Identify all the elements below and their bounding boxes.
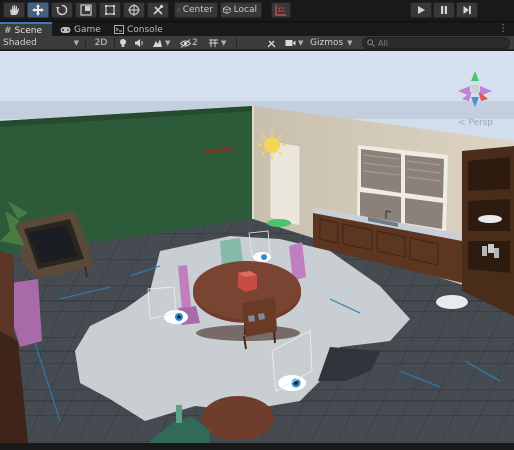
eye-slash-icon: [180, 38, 191, 48]
more-options-icon[interactable]: ⋮: [498, 23, 508, 34]
shelf-compartments: [468, 157, 510, 273]
chevron-down-icon: ▼: [165, 39, 171, 47]
shelf-plate: [478, 215, 502, 223]
projection-label[interactable]: < Persp: [458, 118, 493, 128]
transform-tool-button[interactable]: [123, 2, 145, 18]
tab-label: Game: [74, 24, 101, 35]
2d-label: 2D: [94, 38, 108, 48]
scene-render[interactable]: [0, 51, 514, 443]
status-strip: [0, 443, 514, 450]
white-plate: [436, 295, 468, 309]
tools-overlay-button[interactable]: [266, 36, 280, 50]
tab-bar: # Scene Game Console ⋮: [0, 21, 514, 37]
cube-icon: [223, 6, 231, 14]
scene-camera-dropdown[interactable]: ▼: [208, 36, 237, 50]
rect-tool-button[interactable]: [99, 2, 121, 18]
shelf-glass: [494, 248, 499, 258]
2d-toggle-button[interactable]: 2D: [90, 36, 115, 50]
camera-settings-dropdown[interactable]: ▼: [285, 36, 307, 50]
chevron-down-icon: ▼: [221, 39, 227, 47]
search-placeholder: All: [378, 38, 388, 48]
tab-game[interactable]: Game: [56, 22, 106, 37]
grid-camera-icon: [209, 39, 218, 47]
gamepad-icon: [60, 26, 71, 33]
grid-snap-button[interactable]: [271, 2, 291, 18]
custom-tool-button[interactable]: [147, 2, 169, 18]
scene-toolbar: Shaded ▼ 2D ▼ 2 ▼ ▼ Gizmos ▼ All: [0, 36, 514, 50]
effects-icon: [153, 39, 162, 47]
scene-viewport[interactable]: < Persp: [0, 51, 514, 443]
audio-toggle-button[interactable]: [134, 36, 148, 50]
grid-snap-icon: [275, 5, 286, 16]
shelf-cup: [488, 244, 494, 253]
hand-icon: [10, 5, 19, 15]
chevron-down-icon: ▼: [347, 39, 353, 47]
draw-mode-label: Shaded: [3, 38, 37, 48]
chevron-down-icon: ▼: [298, 39, 304, 47]
scale-icon: [80, 4, 92, 16]
pivot-icon: [177, 8, 180, 12]
video-camera-icon: [285, 40, 296, 46]
hash-icon: #: [4, 25, 12, 36]
foreground-table: [202, 396, 274, 440]
pivot-label: Center: [182, 5, 213, 15]
play-icon: [418, 6, 425, 14]
step-button[interactable]: [456, 2, 478, 18]
console-icon: [114, 25, 124, 34]
lightbulb-icon: [120, 39, 126, 47]
gizmos-label: Gizmos: [310, 38, 344, 48]
rotate-icon: [56, 4, 68, 16]
move-icon: [32, 4, 44, 16]
search-icon: [367, 39, 375, 47]
scene-search-input[interactable]: All: [362, 37, 510, 49]
chevron-down-icon: ▼: [73, 39, 79, 47]
speaker-icon: [135, 39, 143, 47]
hidden-objects-toggle[interactable]: 2: [180, 36, 204, 50]
play-button[interactable]: [410, 2, 432, 18]
tab-label: Console: [127, 24, 163, 35]
tools-icon: [153, 4, 164, 15]
green-disc-gizmo: [267, 219, 291, 227]
foreground-chair-back: [176, 405, 182, 423]
main-toolbar: Center Local: [0, 0, 514, 21]
transform-icon: [128, 4, 140, 16]
shelf-glass: [482, 246, 487, 256]
hidden-count: 2: [192, 38, 198, 48]
lighting-toggle-button[interactable]: [118, 36, 130, 50]
step-icon: [463, 6, 471, 14]
pause-button[interactable]: [433, 2, 455, 18]
door: [269, 140, 301, 227]
effects-dropdown[interactable]: ▼: [152, 36, 174, 50]
tab-console[interactable]: Console: [110, 22, 168, 37]
rotate-tool-button[interactable]: [51, 2, 73, 18]
move-tool-button[interactable]: [27, 2, 49, 18]
draw-mode-dropdown[interactable]: Shaded ▼: [3, 36, 86, 50]
tab-scene[interactable]: # Scene: [0, 22, 52, 37]
hand-tool-button[interactable]: [3, 2, 25, 18]
tools-overlay-icon: [267, 40, 276, 47]
pause-icon: [441, 6, 447, 14]
pivot-center-button[interactable]: Center: [174, 2, 218, 18]
space-label: Local: [233, 5, 257, 15]
space-local-button[interactable]: Local: [220, 2, 262, 18]
rect-icon: [105, 5, 115, 15]
gizmos-dropdown[interactable]: Gizmos ▼: [310, 36, 358, 50]
tab-label: Scene: [14, 25, 42, 36]
scale-tool-button[interactable]: [75, 2, 97, 18]
